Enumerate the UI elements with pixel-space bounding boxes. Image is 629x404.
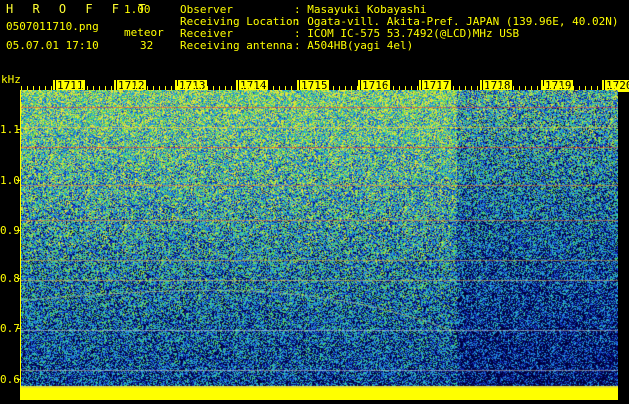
antenna-value: : A504HB(yagi 4el) [294, 39, 414, 52]
antenna-label: Receiving antenna [180, 39, 293, 52]
spectrogram-canvas [21, 90, 618, 400]
datetime-label: 05.07.01 17:10 [6, 39, 99, 52]
meteor-count: 32 [140, 39, 154, 52]
axis-unit: kHz [1, 73, 21, 86]
spectrogram [21, 90, 618, 400]
meteor-label: meteor [124, 26, 164, 39]
filename-label: 0507011710.png [6, 20, 99, 33]
app-version: 1.00 [124, 3, 151, 16]
